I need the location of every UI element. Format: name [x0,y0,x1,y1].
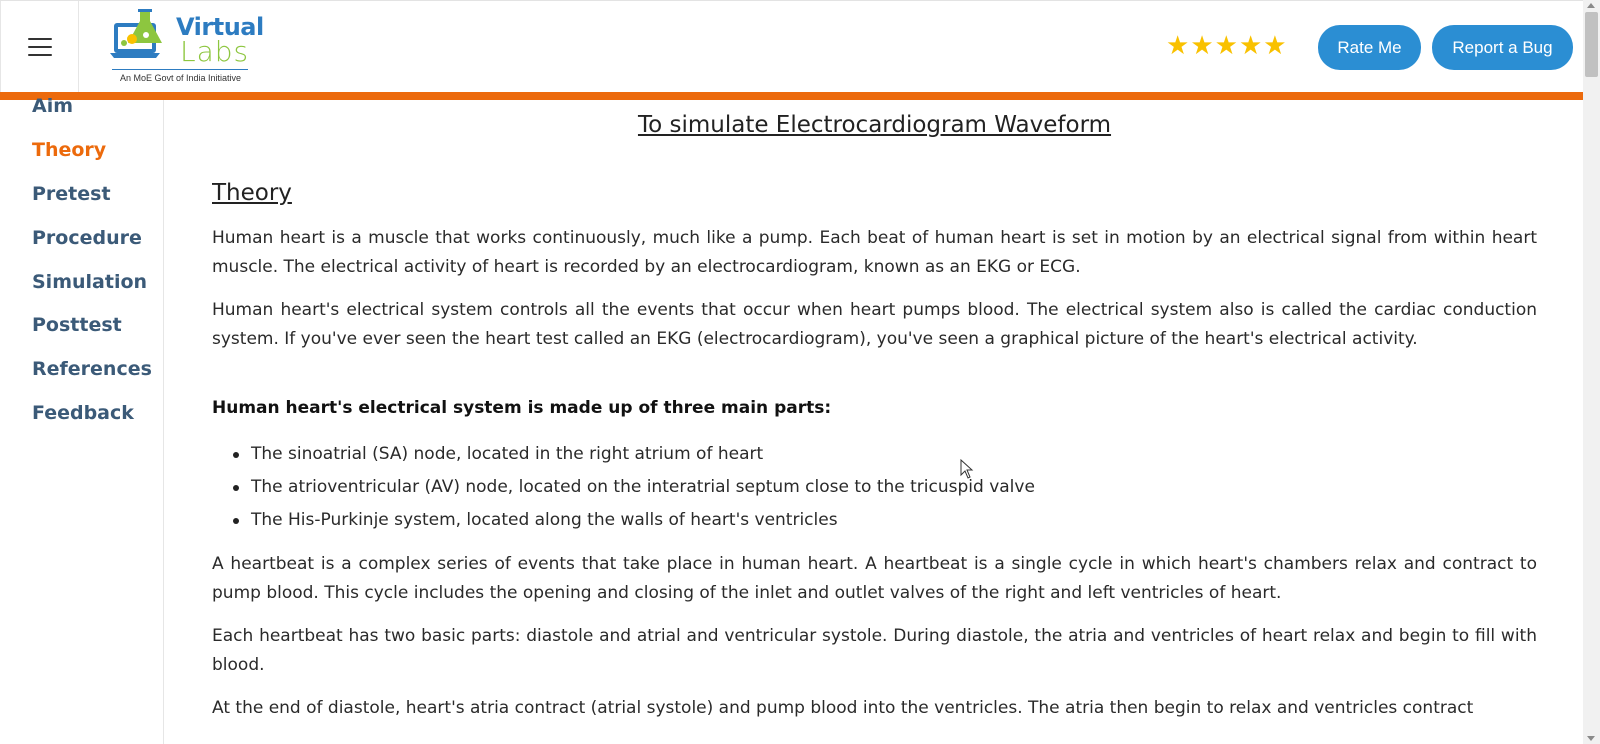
menu-button[interactable] [0,1,79,93]
sidebar-item-feedback[interactable]: Feedback [32,402,134,424]
sidebar-item-aim[interactable]: Aim [32,95,73,117]
hamburger-icon [27,37,52,56]
star-icon[interactable]: ★ [1190,33,1213,59]
list-item: The His-Purkinje system, located along t… [212,506,1537,539]
sidebar-item-posttest[interactable]: Posttest [32,314,122,336]
sidebar-item-theory[interactable]: Theory [32,139,106,161]
list-item: The atrioventricular (AV) node, located … [212,473,1537,506]
main-content: To simulate Electrocardiogram Waveform T… [212,100,1537,744]
logo-word-labs: Labs [180,35,250,68]
section-title: Theory [212,180,292,206]
scroll-thumb[interactable] [1585,12,1598,77]
virtual-labs-logo[interactable]: Virtual Labs An MoE Govt of India Initia… [80,1,280,93]
header-accent-bar [0,92,1583,100]
star-icon[interactable]: ★ [1239,33,1262,59]
top-header: Virtual Labs An MoE Govt of India Initia… [0,0,1583,93]
parts-list: The sinoatrial (SA) node, located in the… [212,440,1537,539]
list-item: The sinoatrial (SA) node, located in the… [212,440,1537,473]
theory-paragraph-1: Human heart is a muscle that works conti… [212,228,1537,277]
theory-paragraph-3: A heartbeat is a complex series of event… [212,554,1537,603]
rate-me-button[interactable]: Rate Me [1318,25,1421,70]
star-icon[interactable]: ★ [1263,33,1286,59]
sidebar-item-references[interactable]: References [32,358,152,380]
sidebar-item-simulation[interactable]: Simulation [32,271,147,293]
sidebar-item-procedure[interactable]: Procedure [32,227,142,249]
sidebar-nav: Aim Theory Pretest Procedure Simulation … [0,95,164,744]
mouse-cursor-icon [960,459,974,479]
theory-paragraph-2: Human heart's electrical system controls… [212,300,1537,349]
sidebar-item-pretest[interactable]: Pretest [32,183,111,205]
report-bug-button[interactable]: Report a Bug [1432,25,1573,70]
scroll-up-arrow-icon[interactable] [1587,3,1595,8]
page-title: To simulate Electrocardiogram Waveform [637,112,1112,138]
scroll-down-arrow-icon[interactable] [1587,736,1595,741]
logo-divider [112,69,248,70]
logo-subtitle: An MoE Govt of India Initiative [120,73,242,83]
star-icon[interactable]: ★ [1166,33,1189,59]
theory-paragraph-4: Each heartbeat has two basic parts: dias… [212,626,1537,675]
rating-stars[interactable]: ★ ★ ★ ★ ★ [1166,33,1287,59]
parts-heading: Human heart's electrical system is made … [212,398,832,418]
star-icon[interactable]: ★ [1215,33,1238,59]
theory-paragraph-5: At the end of diastole, heart's atria co… [212,698,1474,718]
page-scrollbar[interactable] [1583,0,1600,744]
laptop-flask-icon [110,9,162,58]
